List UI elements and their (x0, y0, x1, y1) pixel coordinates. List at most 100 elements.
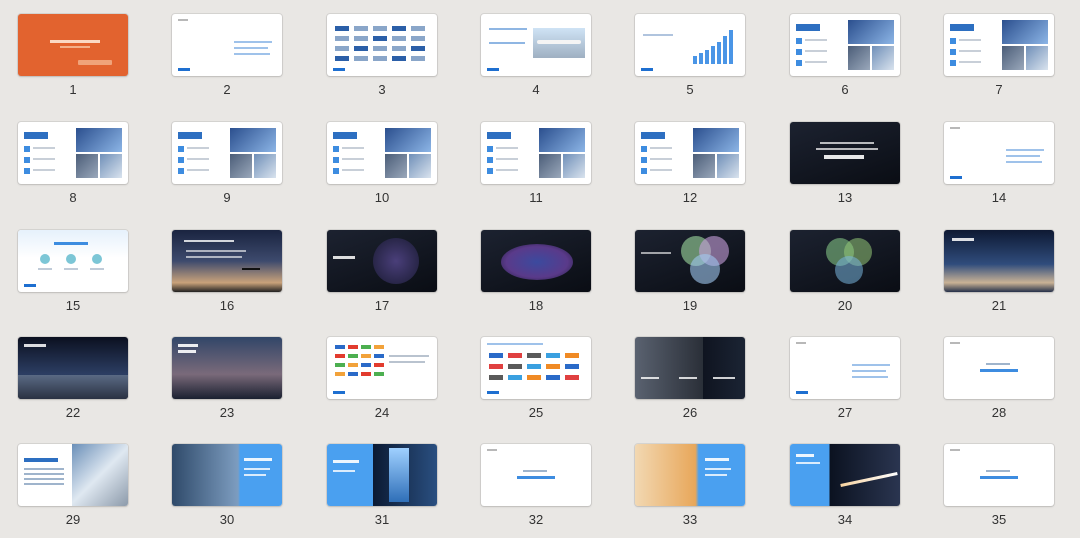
slide-preview[interactable] (172, 230, 282, 292)
slide-number: 5 (686, 82, 694, 97)
slide-number: 10 (374, 190, 390, 205)
slide-thumbnail-9[interactable]: 9 (172, 122, 284, 208)
slide-preview[interactable] (18, 230, 128, 292)
slide-thumbnail-31[interactable]: 31 (327, 444, 439, 530)
slide-preview[interactable] (635, 444, 745, 506)
slide-preview[interactable] (481, 230, 591, 292)
slide-thumbnail-29[interactable]: 29 (18, 444, 130, 530)
slide-number: 23 (219, 405, 235, 420)
slide-thumbnail-21[interactable]: 21 (944, 230, 1056, 316)
slide-number: 4 (532, 82, 540, 97)
slide-thumbnail-1[interactable]: 1 (18, 14, 130, 100)
slide-number: 16 (219, 298, 235, 313)
slide-thumbnail-14[interactable]: 14 (944, 122, 1056, 208)
slide-thumbnail-16[interactable]: 16 (172, 230, 284, 316)
slide-thumbnail-30[interactable]: 30 (172, 444, 284, 530)
slide-preview[interactable] (18, 14, 128, 76)
slide-thumbnail-22[interactable]: 22 (18, 337, 130, 423)
slide-thumbnail-19[interactable]: 19 (635, 230, 747, 316)
slide-number: 11 (529, 190, 543, 205)
slide-number: 31 (374, 512, 390, 527)
slide-number: 12 (682, 190, 698, 205)
slide-preview[interactable] (790, 337, 900, 399)
slide-number: 33 (682, 512, 698, 527)
slide-thumbnail-15[interactable]: 15 (18, 230, 130, 316)
slide-number: 32 (528, 512, 544, 527)
slide-thumbnail-28[interactable]: 28 (944, 337, 1056, 423)
slide-preview[interactable] (327, 122, 437, 184)
slide-number: 22 (65, 405, 81, 420)
slide-number: 19 (682, 298, 698, 313)
slide-number: 18 (528, 298, 544, 313)
slide-preview[interactable] (327, 337, 437, 399)
slide-preview[interactable] (481, 122, 591, 184)
slide-thumbnail-34[interactable]: 34 (790, 444, 902, 530)
slide-number: 13 (837, 190, 853, 205)
slide-preview[interactable] (481, 14, 591, 76)
slide-preview[interactable] (944, 337, 1054, 399)
slide-preview[interactable] (635, 122, 745, 184)
slide-preview[interactable] (635, 230, 745, 292)
slide-thumbnail-25[interactable]: 25 (481, 337, 593, 423)
slide-preview[interactable] (18, 444, 128, 506)
slide-thumbnail-2[interactable]: 2 (172, 14, 284, 100)
slide-preview[interactable] (790, 122, 900, 184)
slide-preview[interactable] (790, 230, 900, 292)
slide-thumbnail-35[interactable]: 35 (944, 444, 1056, 530)
slide-thumbnail-8[interactable]: 8 (18, 122, 130, 208)
slide-preview[interactable] (172, 444, 282, 506)
slide-thumbnail-23[interactable]: 23 (172, 337, 284, 423)
slide-preview[interactable] (635, 14, 745, 76)
slide-thumbnail-7[interactable]: 7 (944, 14, 1056, 100)
slide-number: 27 (837, 405, 853, 420)
slide-preview[interactable] (18, 122, 128, 184)
slide-number: 30 (219, 512, 235, 527)
slide-preview[interactable] (172, 337, 282, 399)
slide-preview[interactable] (172, 122, 282, 184)
slide-preview[interactable] (327, 444, 437, 506)
slide-thumbnail-11[interactable]: 11 (481, 122, 593, 208)
slide-number: 24 (374, 405, 390, 420)
slide-thumbnail-10[interactable]: 10 (327, 122, 439, 208)
slide-preview[interactable] (944, 230, 1054, 292)
slide-preview[interactable] (481, 444, 591, 506)
slide-preview[interactable] (944, 122, 1054, 184)
slide-thumbnail-4[interactable]: 4 (481, 14, 593, 100)
slide-number: 29 (65, 512, 81, 527)
slide-thumbnail-20[interactable]: 20 (790, 230, 902, 316)
slide-number: 3 (378, 82, 386, 97)
slide-preview[interactable] (481, 337, 591, 399)
slide-preview[interactable] (944, 14, 1054, 76)
slide-number: 20 (837, 298, 853, 313)
slide-number: 8 (69, 190, 77, 205)
slide-preview[interactable] (635, 337, 745, 399)
slide-number: 34 (837, 512, 853, 527)
slide-thumbnail-12[interactable]: 12 (635, 122, 747, 208)
slide-thumbnail-17[interactable]: 17 (327, 230, 439, 316)
slide-thumbnail-26[interactable]: 26 (635, 337, 747, 423)
slide-sorter-grid: 1 2 3 4 5 6 7 8 9 10 11 12 13 14 15 16 17 18 19 20 21 22 23 24 2… (0, 0, 1080, 538)
slide-thumbnail-18[interactable]: 18 (481, 230, 593, 316)
slide-thumbnail-33[interactable]: 33 (635, 444, 747, 530)
slide-thumbnail-6[interactable]: 6 (790, 14, 902, 100)
slide-number: 2 (223, 82, 231, 97)
slide-thumbnail-32[interactable]: 32 (481, 444, 593, 530)
slide-preview[interactable] (944, 444, 1054, 506)
slide-thumbnail-5[interactable]: 5 (635, 14, 747, 100)
slide-number: 6 (841, 82, 849, 97)
slide-number: 26 (682, 405, 698, 420)
slide-preview[interactable] (327, 14, 437, 76)
slide-thumbnail-24[interactable]: 24 (327, 337, 439, 423)
slide-number: 1 (69, 82, 77, 97)
slide-thumbnail-27[interactable]: 27 (790, 337, 902, 423)
slide-number: 21 (991, 298, 1007, 313)
slide-number: 28 (991, 405, 1007, 420)
slide-thumbnail-13[interactable]: 13 (790, 122, 902, 208)
slide-number: 14 (991, 190, 1007, 205)
slide-preview[interactable] (790, 444, 900, 506)
slide-preview[interactable] (790, 14, 900, 76)
slide-thumbnail-3[interactable]: 3 (327, 14, 439, 100)
slide-preview[interactable] (172, 14, 282, 76)
slide-preview[interactable] (18, 337, 128, 399)
slide-preview[interactable] (327, 230, 437, 292)
